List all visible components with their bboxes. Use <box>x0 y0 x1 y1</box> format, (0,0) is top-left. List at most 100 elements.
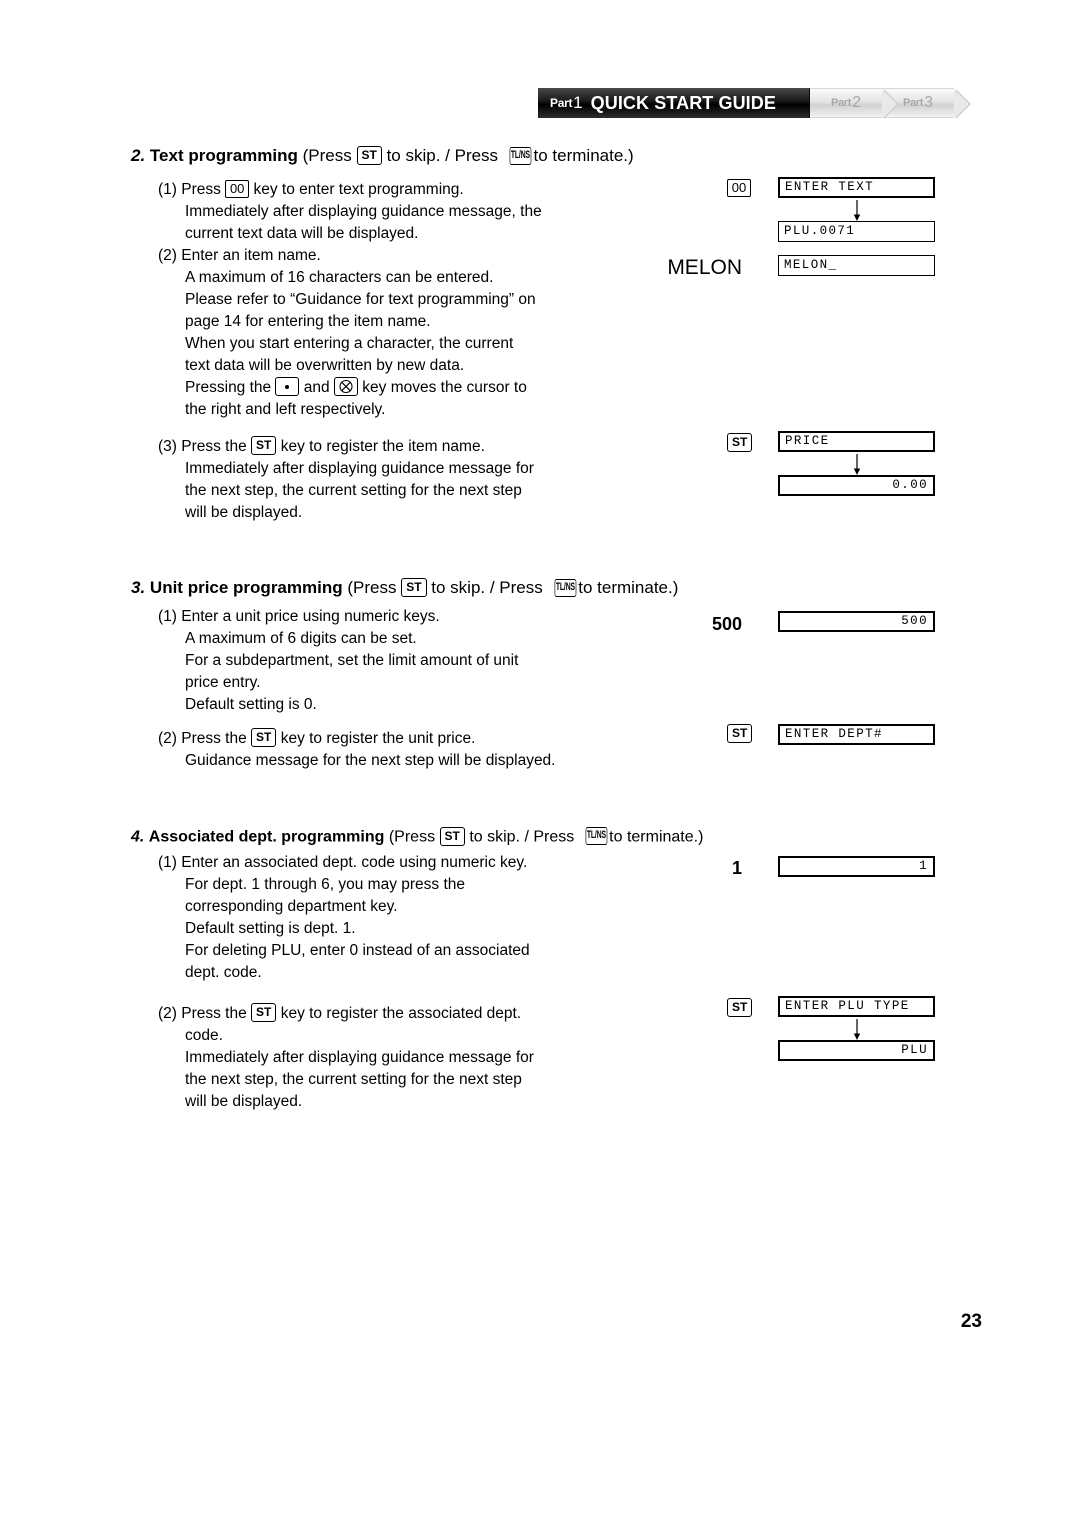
entry-item-name: MELON <box>667 256 742 279</box>
part-tab-2[interactable]: Part 2 <box>810 88 899 119</box>
step-text: (2) Press the <box>158 1005 247 1022</box>
step-line: For a subdepartment, set the limit amoun… <box>185 652 519 669</box>
st-key-icon: ST <box>251 1003 277 1023</box>
st-key-icon: ST <box>439 827 465 846</box>
step-line: will be displayed. <box>185 1093 303 1110</box>
step-line: (1) Enter a unit price using numeric key… <box>158 608 440 625</box>
section-note-b: to skip. / Press <box>386 146 499 165</box>
arrow-down-icon <box>851 1019 863 1040</box>
part-tab-active[interactable]: Part 1 QUICK START GUIDE <box>538 88 824 118</box>
step-line: Please refer to “Guidance for text progr… <box>185 291 536 308</box>
step-text: key to register the item name. <box>280 438 485 455</box>
step-line: code. <box>185 1027 223 1044</box>
display-key-st-1: ST <box>727 433 753 453</box>
step-line: dept. code. <box>185 964 262 981</box>
st-key-icon: ST <box>251 728 277 748</box>
step-line: A maximum of 16 characters can be entere… <box>185 269 494 286</box>
step-line: the next step, the current setting for t… <box>185 482 522 499</box>
entry-dept-code: 1 <box>731 858 742 878</box>
part-label: Part <box>830 97 852 109</box>
lcd-enter-dept: ENTER DEPT# <box>778 724 935 745</box>
step-list-text-programming: (1) Press 00 key to enter text programmi… <box>158 179 542 421</box>
st-key-icon: ST <box>356 146 382 166</box>
lcd-dept-code-entry: 1 <box>778 856 935 877</box>
section-note-c: to terminate.) <box>609 828 704 846</box>
section-heading-text-programming: 2. Text programming (Press ST to skip. /… <box>131 146 634 167</box>
step-line: price entry. <box>185 674 261 691</box>
step-text: key to register the associated dept. <box>280 1005 522 1022</box>
part-number: 1 <box>573 93 583 112</box>
st-key-icon: ST <box>251 436 277 456</box>
part-title: QUICK START GUIDE <box>590 92 776 113</box>
step-line: Immediately after displaying guidance me… <box>185 203 542 220</box>
lcd-plu-number: PLU.0071 <box>778 221 935 242</box>
step-list-unit-price-2: (2) Press the ST key to register the uni… <box>158 728 556 772</box>
step-text: (1) Press <box>158 181 221 198</box>
section-heading-associated-dept: 4. Associated dept. programming (Press S… <box>131 827 704 847</box>
step-text: (3) Press the <box>158 438 247 455</box>
step-line: Immediately after displaying guidance me… <box>185 1049 534 1066</box>
section-note-b: to skip. / Press <box>469 828 575 846</box>
step-list-text-programming-3: (3) Press the ST key to register the ite… <box>158 436 534 524</box>
section-note-a: (Press <box>347 578 397 597</box>
step-text: key to register the unit price. <box>280 730 476 747</box>
section-note-a: (Press <box>302 146 352 165</box>
step-line: will be displayed. <box>185 504 303 521</box>
section-title: Unit price programming <box>149 578 343 597</box>
step-line: (1) Enter an associated dept. code using… <box>158 854 528 871</box>
lcd-plu-type-value: PLU <box>778 1040 935 1061</box>
step-list-associated-dept-2: (2) Press the ST key to register the ass… <box>158 1003 534 1113</box>
display-key-00: 00 <box>727 179 751 198</box>
dot-key-icon <box>275 377 300 397</box>
st-key-icon: ST <box>727 433 753 452</box>
step-line: corresponding department key. <box>185 898 398 915</box>
st-key-icon: ST <box>727 724 753 743</box>
part-number: 2 <box>852 94 862 111</box>
step-line: Default setting is dept. 1. <box>185 920 356 937</box>
step-line: For deleting PLU, enter 0 instead of an … <box>185 942 530 959</box>
tlns-key-icon: TL/NS <box>579 827 607 846</box>
lcd-item-name-entry: MELON_ <box>778 255 935 276</box>
section-note-c: to terminate.) <box>533 146 634 165</box>
step-line: (2) Press the ST key to register the ass… <box>158 1003 534 1025</box>
tlns-key-icon: TL/NS <box>503 147 531 167</box>
section-number: 4. <box>131 828 145 846</box>
section-note-a: (Press <box>388 828 436 846</box>
page-number: 23 <box>960 1311 982 1332</box>
step-text: and <box>303 379 330 396</box>
zero-zero-key-icon: 00 <box>727 179 751 197</box>
display-key-st-3: ST <box>727 998 753 1018</box>
section-note-b: to skip. / Press <box>431 578 543 597</box>
section-title: Associated dept. programming <box>148 828 385 846</box>
section-number: 3. <box>131 578 146 597</box>
step-line: For dept. 1 through 6, you may press the <box>185 876 466 893</box>
step-text: Pressing the <box>185 379 272 396</box>
step-line: text data will be overwritten by new dat… <box>185 357 465 374</box>
step-line: Pressing the and key moves the cursor to <box>158 377 542 399</box>
step-line: page 14 for entering the item name. <box>185 313 431 330</box>
zero-zero-key-icon: 00 <box>225 179 250 198</box>
step-line: (2) Enter an item name. <box>158 247 321 264</box>
step-line: (1) Press 00 key to enter text programmi… <box>158 179 542 201</box>
section-number: 2. <box>131 146 146 165</box>
tlns-key-label: TL/NS <box>554 579 576 598</box>
lcd-price-value: 0.00 <box>778 475 935 496</box>
arrow-down-icon <box>851 454 863 475</box>
tlns-key-icon: TL/NS <box>548 579 576 599</box>
part-tab-bar: Part 1 QUICK START GUIDE Part 2 Part 3 <box>538 88 971 119</box>
tlns-key-label: TL/NS <box>585 827 607 846</box>
tlns-key-label: TL/NS <box>509 147 531 166</box>
step-line: (2) Press the ST key to register the uni… <box>158 728 556 750</box>
part-label: Part <box>550 96 573 110</box>
step-line: the right and left respectively. <box>185 401 386 418</box>
st-key-icon: ST <box>401 578 427 598</box>
step-list-unit-price: (1) Enter a unit price using numeric key… <box>158 606 518 716</box>
multiply-key-icon <box>333 377 358 397</box>
display-key-st-2: ST <box>727 724 753 744</box>
step-list-associated-dept: (1) Enter an associated dept. code using… <box>158 852 530 984</box>
section-heading-unit-price: 3. Unit price programming (Press ST to s… <box>131 578 678 599</box>
st-key-icon: ST <box>727 998 753 1017</box>
arrow-down-icon <box>851 200 863 221</box>
step-line: (3) Press the ST key to register the ite… <box>158 436 534 458</box>
lcd-price: PRICE <box>778 431 935 452</box>
